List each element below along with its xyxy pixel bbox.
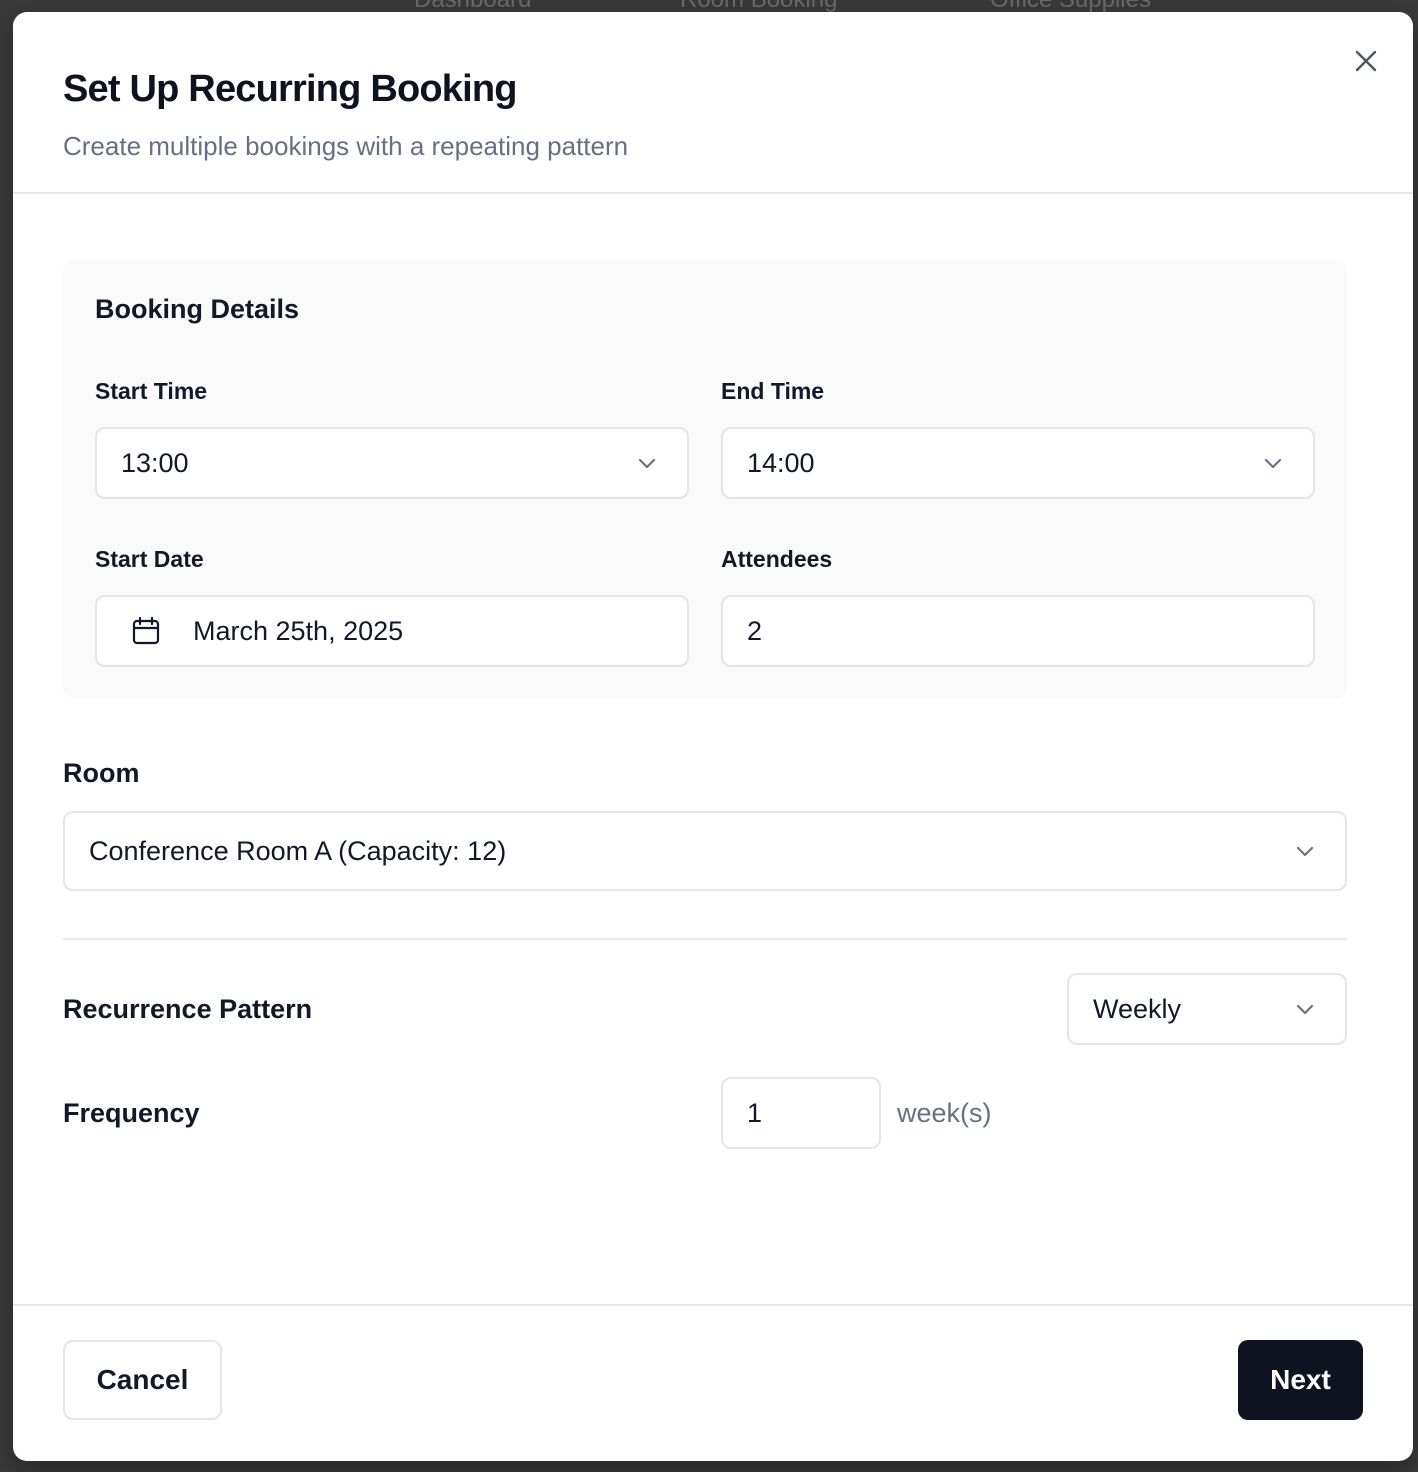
recurrence-pattern-label: Recurrence Pattern (63, 994, 313, 1024)
bg-nav-dashboard: Dashboard (414, 0, 531, 12)
dialog-footer: Cancel Next (13, 1304, 1413, 1461)
next-button[interactable]: Next (1238, 1340, 1363, 1420)
recurrence-pattern-select[interactable]: Weekly (1067, 973, 1347, 1045)
room-select[interactable]: Conference Room A (Capacity: 12) (63, 811, 1347, 891)
background-nav: Dashboard Room Booking Office Supplies (0, 0, 1418, 12)
booking-details-card: Booking Details Start Time 13:00 End Tim… (63, 260, 1347, 698)
frequency-unit: week(s) (897, 1098, 992, 1128)
bg-nav-room-booking: Room Booking (680, 0, 837, 12)
dialog-title: Set Up Recurring Booking (63, 68, 518, 110)
end-time-value: 14:00 (747, 447, 815, 478)
attendees-value: 2 (747, 615, 763, 646)
start-time-value: 13:00 (121, 447, 189, 478)
room-value: Conference Room A (Capacity: 12) (89, 835, 507, 866)
chevron-down-icon (1296, 1004, 1314, 1015)
chevron-down-icon (638, 458, 656, 469)
dialog-header: Set Up Recurring Booking Create multiple… (13, 12, 1413, 194)
bg-nav-office-supplies: Office Supplies (990, 0, 1151, 12)
booking-details-heading: Booking Details (95, 294, 300, 324)
start-date-picker[interactable]: March 25th, 2025 (95, 595, 689, 667)
frequency-value: 1 (747, 1097, 763, 1128)
recurrence-pattern-value: Weekly (1093, 993, 1182, 1024)
start-date-label: Start Date (95, 546, 204, 572)
chevron-down-icon (1264, 458, 1282, 469)
room-label: Room (63, 758, 140, 788)
dialog-subtitle: Create multiple bookings with a repeatin… (63, 131, 629, 161)
chevron-down-icon (1296, 846, 1314, 857)
section-divider (63, 938, 1347, 940)
attendees-label: Attendees (721, 546, 833, 572)
recurring-booking-dialog: Set Up Recurring Booking Create multiple… (13, 12, 1413, 1461)
close-button[interactable] (1351, 46, 1381, 76)
end-time-select[interactable]: 14:00 (721, 427, 1315, 499)
calendar-icon (132, 616, 160, 645)
start-time-label: Start Time (95, 378, 208, 404)
close-icon (1355, 50, 1377, 72)
cancel-button[interactable]: Cancel (63, 1340, 222, 1420)
start-date-value: March 25th, 2025 (193, 615, 404, 646)
frequency-input[interactable]: 1 (721, 1077, 881, 1149)
start-time-select[interactable]: 13:00 (95, 427, 689, 499)
end-time-label: End Time (721, 378, 825, 404)
attendees-input[interactable]: 2 (721, 595, 1315, 667)
frequency-label: Frequency (63, 1098, 200, 1128)
